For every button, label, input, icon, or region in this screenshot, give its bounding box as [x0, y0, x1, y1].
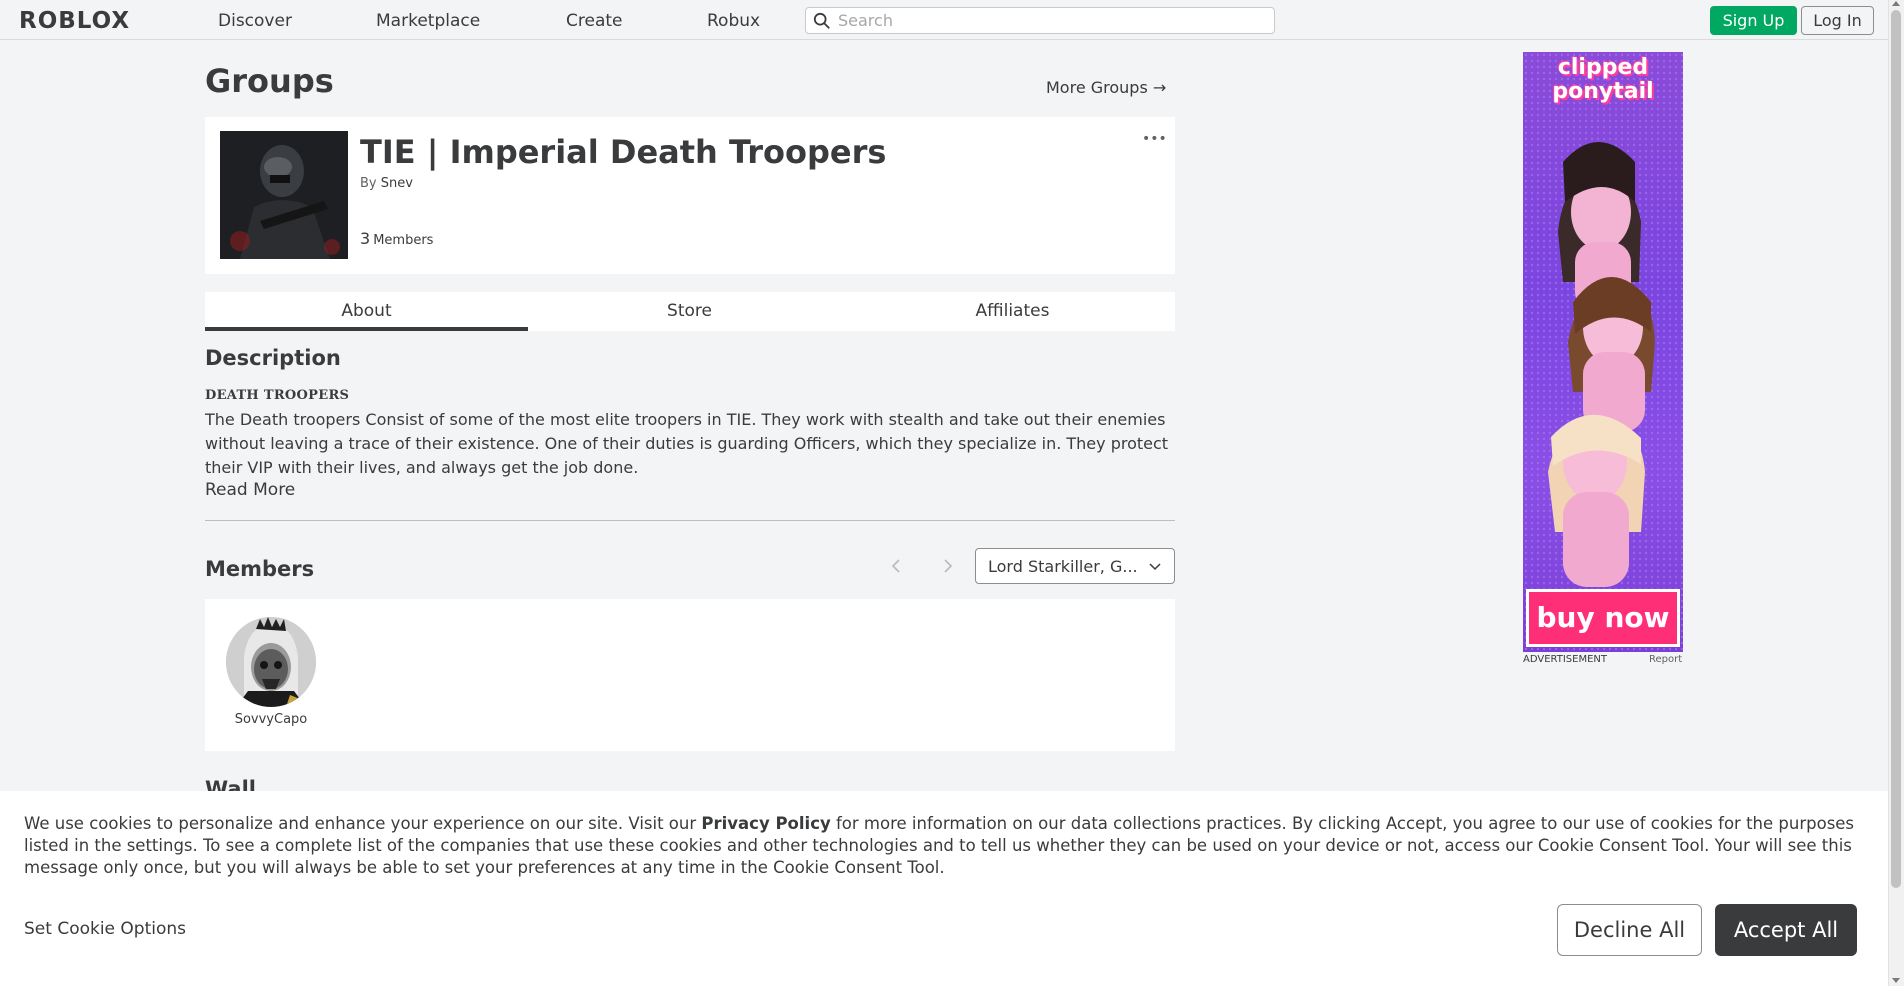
role-dropdown[interactable]: Lord Starkiller, G...	[975, 548, 1175, 584]
advertisement-label: ADVERTISEMENT	[1523, 654, 1608, 665]
search-input[interactable]	[838, 10, 1268, 31]
privacy-policy-link[interactable]: Privacy Policy	[701, 814, 830, 833]
member-count-value: 3	[360, 229, 371, 248]
description-body: The Death troopers Consist of some of th…	[205, 410, 1169, 477]
scroll-down-arrow-icon[interactable]	[1892, 978, 1900, 983]
group-header-card: TIE | Imperial Death Troopers By Snev 3M…	[205, 117, 1175, 274]
scrollbar-thumb[interactable]	[1891, 10, 1901, 888]
tab-about[interactable]: About	[205, 292, 528, 331]
log-in-button[interactable]: Log In	[1801, 6, 1874, 35]
member-name[interactable]: SovvyCapo	[209, 712, 333, 727]
accept-all-button[interactable]: Accept All	[1715, 904, 1857, 956]
cookie-text-part-1: We use cookies to personalize and enhanc…	[24, 814, 702, 833]
page-title: Groups	[205, 62, 334, 100]
member-count-label: Members	[373, 233, 434, 248]
chevron-down-icon	[1149, 563, 1161, 571]
role-dropdown-value: Lord Starkiller, G...	[988, 557, 1138, 576]
group-name: TIE | Imperial Death Troopers	[360, 133, 887, 171]
read-more-link[interactable]: Read More	[205, 480, 295, 500]
ad-artwork	[1523, 52, 1683, 652]
cookie-consent-banner: We use cookies to personalize and enhanc…	[0, 791, 1888, 986]
member-count: 3 Members	[360, 229, 433, 248]
nav-link-robux[interactable]: Robux	[707, 11, 760, 31]
search-box[interactable]	[805, 7, 1275, 34]
group-owner-line: By Snev	[360, 176, 413, 191]
more-options-icon[interactable]: •••	[1142, 131, 1167, 147]
more-groups-link[interactable]: More Groups →	[1046, 78, 1166, 97]
set-cookie-options-link[interactable]: Set Cookie Options	[24, 919, 186, 939]
chevron-left-icon[interactable]	[889, 557, 903, 575]
scroll-up-arrow-icon[interactable]	[1892, 1, 1900, 6]
group-owner-link[interactable]: Snev	[381, 176, 413, 191]
top-navigation-bar: ROBLOX Discover Marketplace Create Robux…	[0, 0, 1888, 40]
section-divider	[205, 520, 1175, 521]
by-prefix: By	[360, 176, 377, 191]
tab-affiliates[interactable]: Affiliates	[851, 292, 1174, 331]
description-heading: Description	[205, 346, 341, 370]
nav-link-discover[interactable]: Discover	[218, 11, 292, 31]
cookie-message: We use cookies to personalize and enhanc…	[24, 813, 1869, 879]
group-tabs: About Store Affiliates	[205, 292, 1175, 331]
group-emblem-image	[220, 131, 348, 259]
members-heading: Members	[205, 557, 315, 581]
ad-report-link[interactable]: Report	[1649, 654, 1682, 665]
chevron-right-icon[interactable]	[941, 557, 955, 575]
decline-all-button[interactable]: Decline All	[1557, 904, 1702, 956]
advertisement-banner[interactable]: clipped ponytail buy now	[1523, 52, 1683, 652]
ad-buy-now-button[interactable]: buy now	[1526, 589, 1680, 647]
ad-title: clipped ponytail	[1552, 55, 1654, 104]
search-icon	[813, 12, 830, 29]
nav-link-marketplace[interactable]: Marketplace	[376, 11, 480, 31]
sign-up-button[interactable]: Sign Up	[1710, 6, 1797, 35]
avatar[interactable]	[226, 617, 316, 707]
tab-store[interactable]: Store	[528, 292, 851, 331]
members-panel: SovvyCapo	[205, 599, 1175, 751]
nav-link-create[interactable]: Create	[566, 11, 623, 31]
description-title: DEATH TROOPERS	[205, 388, 350, 403]
roblox-logo[interactable]: ROBLOX	[19, 8, 130, 34]
